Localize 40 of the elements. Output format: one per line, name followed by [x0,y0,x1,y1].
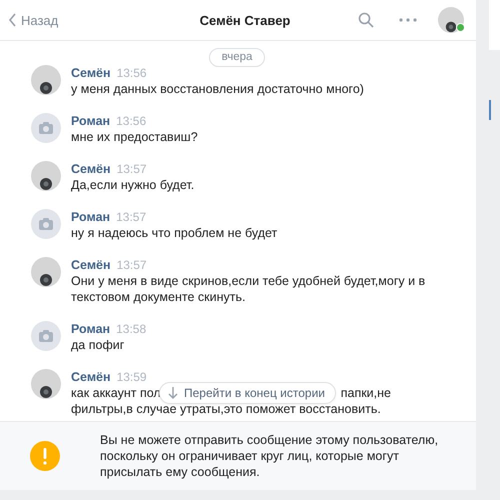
message-text: текстовом документе скинуть. [71,289,246,305]
arrow-down-icon [168,387,178,399]
message-time: 13:57 [116,258,147,272]
chevron-icon [8,13,17,27]
tab-marker [489,100,491,120]
message-text: Да,если нужно будет. [71,177,194,193]
message-time: 13:57 [116,210,146,224]
camera-icon [31,321,61,351]
author-name: Роман [71,114,110,128]
message-time: 13:57 [116,162,147,176]
date-divider: вчера [208,48,266,67]
message-time: 13:59 [116,370,147,384]
message-time: 13:56 [116,66,147,80]
author-name: Роман [71,322,110,336]
author-name: Семён [71,66,111,80]
message-text: папки,не [340,385,391,401]
message-time: 13:56 [116,114,146,128]
author-name: Роман [71,210,110,224]
message-text: мне их предоставиш? [71,129,198,145]
jump-to-end-button[interactable]: Перейти в конец истории [159,382,336,404]
message-text: ну я надеюсь что проблем не будет [71,225,278,241]
back-link[interactable]: Назад [8,12,138,28]
avatar-icon [438,7,464,33]
message-text: у меня данных восстановления достаточно много) [71,81,364,97]
author-name: Семён [71,370,111,384]
avatar-icon [31,257,61,287]
avatar-icon [31,161,61,191]
notice-text: Вы не можете отправить сообщение этому пользователю, поскольку он ограничивает круг лиц, которые могут присылать ему сообщения. [100,432,440,480]
author-name: Семён [71,258,111,272]
message-text: фильтры,в случае утраты,это поможет восстановить. [71,401,382,417]
avatar-icon [31,369,61,399]
message-text: Они у меня в виде скринов,если тебе удобней будет,могу и в [71,273,426,289]
avatar-icon [31,65,61,95]
message-time: 13:58 [116,322,146,336]
message-text: да пофиг [71,337,126,353]
camera-icon [31,113,61,143]
camera-icon [31,209,61,239]
warning-icon [30,441,60,471]
chat-title: Семён Ставер [198,12,292,28]
author-name: Семён [71,162,111,176]
